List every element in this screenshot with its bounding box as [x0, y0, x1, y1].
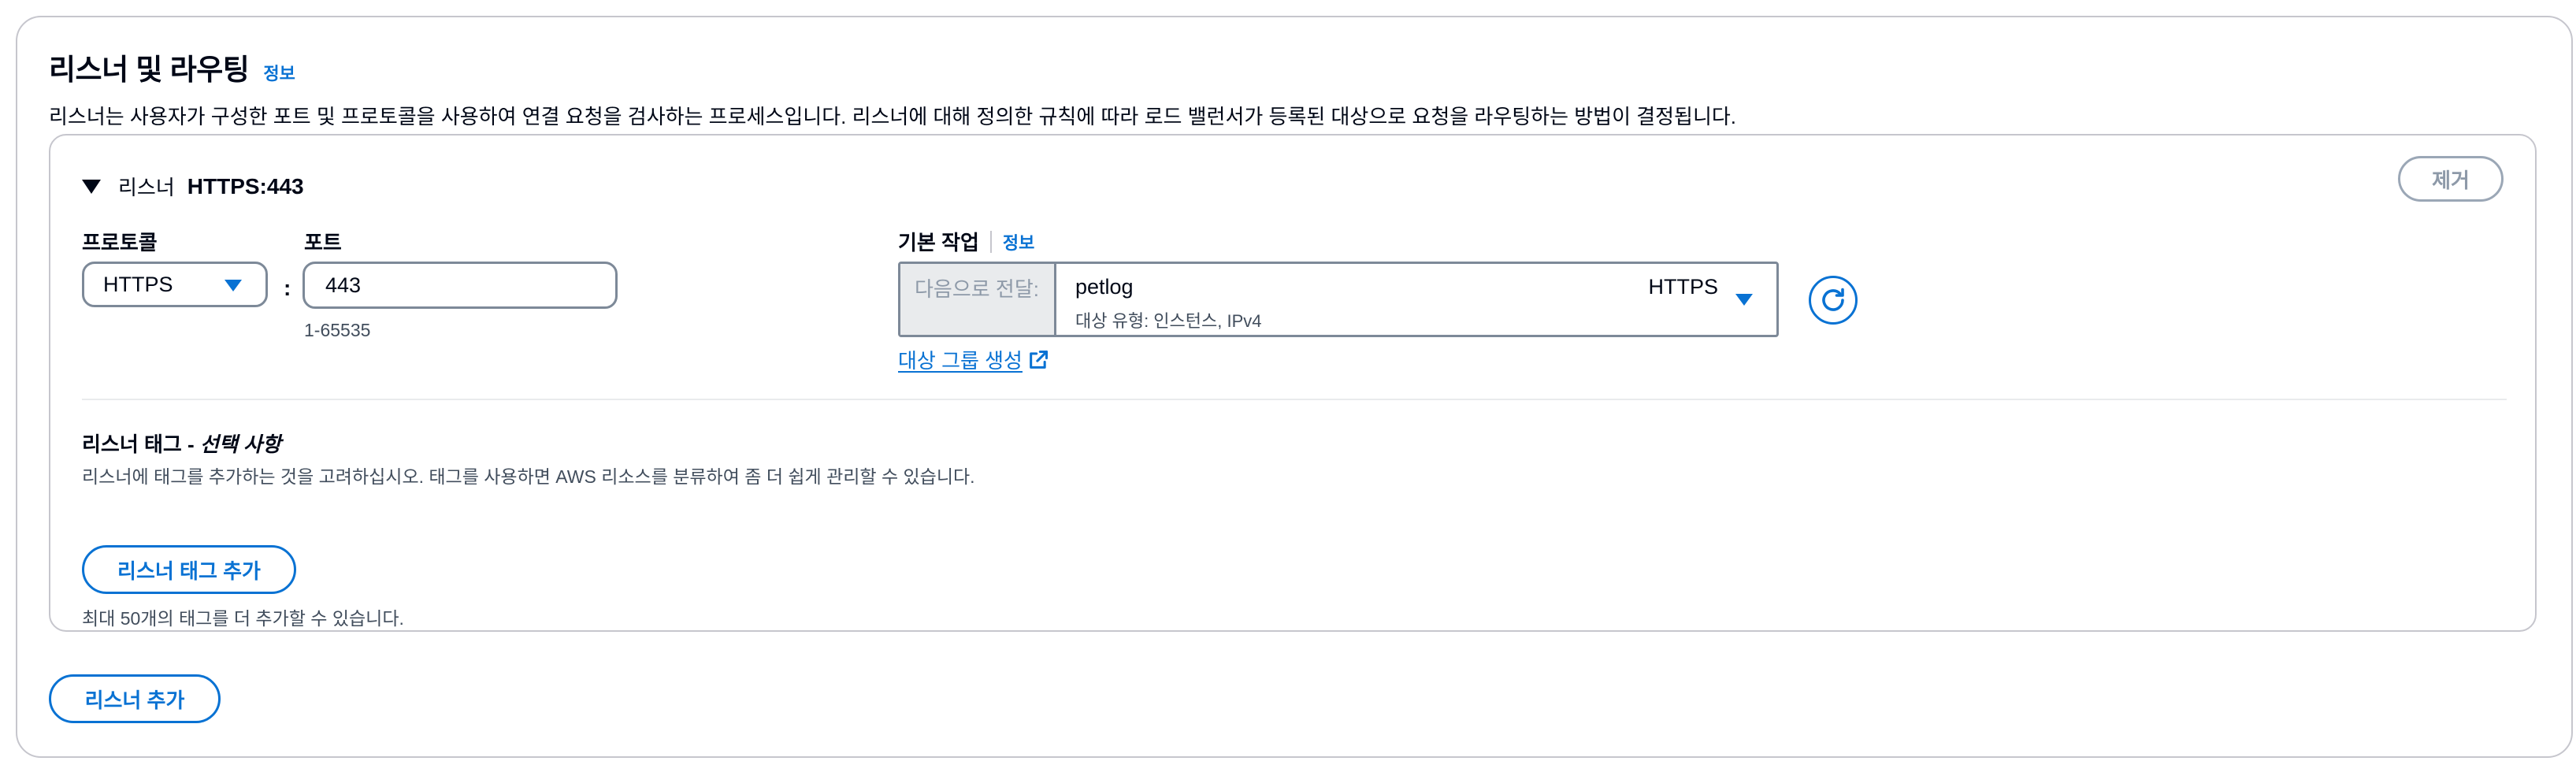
dropdown-icon	[225, 280, 242, 291]
section-info-link[interactable]: 정보	[263, 60, 295, 85]
listener-tags-description: 리스너에 태그를 추가하는 것을 고려하십시오. 태그를 사용하면 AWS 리소…	[82, 466, 975, 487]
protocol-port-separator: :	[284, 276, 291, 300]
listeners-routing-section: 리스너 및 라우팅 정보 리스너는 사용자가 구성한 포트 및 프로토콜을 사용…	[16, 16, 2573, 758]
add-listener-tag-button[interactable]: 리스너 태그 추가	[82, 545, 296, 594]
default-action-header: 기본 작업 정보	[898, 227, 1034, 256]
forward-prefix: 다음으로 전달:	[900, 264, 1056, 335]
refresh-target-groups-button[interactable]	[1809, 276, 1858, 325]
tag-limit-text: 최대 50개의 태그를 더 추가할 수 있습니다.	[82, 608, 404, 629]
dropdown-icon	[1735, 294, 1753, 306]
target-group-protocol: HTTPS	[1648, 275, 1718, 299]
listener-tags-title: 리스너 태그 - 선택 사항	[82, 429, 281, 458]
tags-title-text: 리스너 태그 -	[82, 432, 200, 456]
listener-card: 리스너 HTTPS:443 제거 프로토콜 HTTPS : 포트 1-65535…	[49, 134, 2537, 632]
label-divider	[989, 230, 992, 253]
create-target-group-link[interactable]: 대상 그룹 생성	[898, 345, 1049, 374]
protocol-select[interactable]: HTTPS	[82, 262, 268, 307]
port-label: 포트	[304, 231, 342, 254]
forward-to-target-group: 다음으로 전달: petlog 대상 유형: 인스턴스, IPv4 HTTPS	[898, 262, 1779, 337]
port-input[interactable]	[303, 262, 618, 309]
section-divider	[82, 399, 2507, 400]
section-title: 리스너 및 라우팅	[49, 54, 250, 86]
caret-down-icon	[82, 179, 101, 194]
refresh-icon	[1822, 288, 1844, 311]
listener-expander-value: HTTPS:443	[187, 173, 304, 199]
section-description: 리스너는 사용자가 구성한 포트 및 프로토콜을 사용하여 연결 요청을 검사하…	[49, 105, 1737, 128]
protocol-label: 프로토콜	[82, 231, 158, 254]
create-target-group-label: 대상 그룹 생성	[898, 349, 1023, 373]
default-action-info-link[interactable]: 정보	[1003, 229, 1034, 254]
target-group-type: 대상 유형: 인스턴스, IPv4	[1075, 311, 1262, 331]
external-link-icon	[1027, 349, 1049, 371]
section-header: 리스너 및 라우팅 정보	[49, 46, 295, 88]
add-listener-button[interactable]: 리스너 추가	[49, 674, 221, 723]
tags-title-optional: 선택 사항	[199, 432, 281, 456]
listener-expander-label: 리스너	[118, 176, 175, 199]
port-hint: 1-65535	[304, 320, 371, 340]
target-group-select[interactable]: petlog 대상 유형: 인스턴스, IPv4 HTTPS	[1056, 264, 1776, 335]
protocol-value: HTTPS	[103, 272, 173, 296]
default-action-label: 기본 작업	[898, 231, 979, 254]
listener-expander[interactable]: 리스너 HTTPS:443	[82, 172, 304, 201]
remove-listener-button[interactable]: 제거	[2398, 156, 2504, 202]
